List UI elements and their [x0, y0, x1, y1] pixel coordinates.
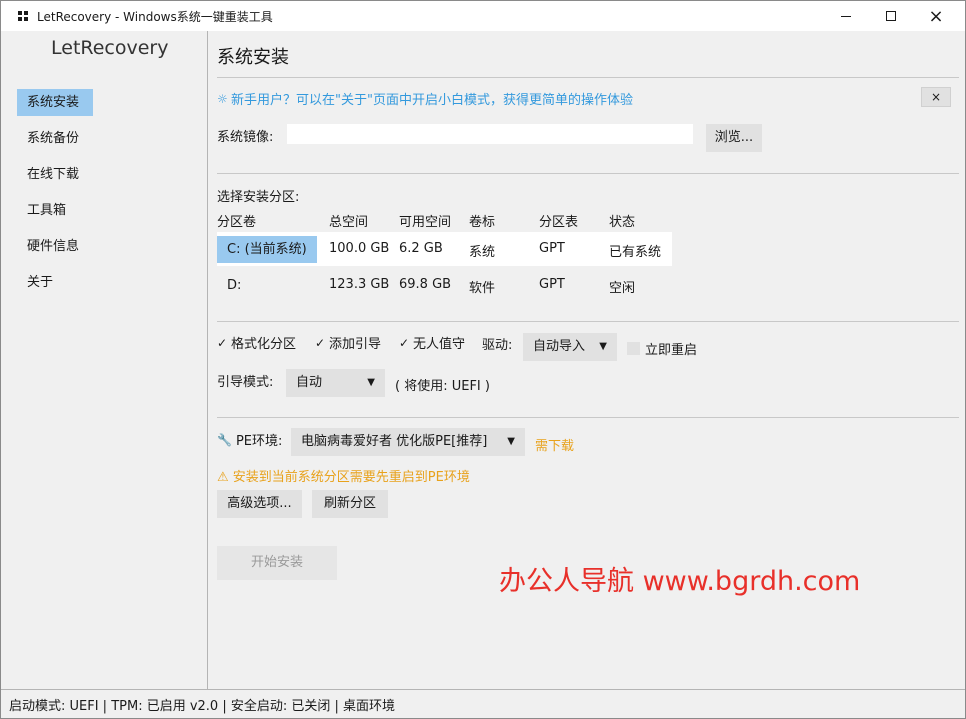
image-path-input[interactable]: [286, 123, 694, 145]
driver-dropdown[interactable]: 自动导入 ▼: [523, 333, 617, 361]
checkbox-label: 无人值守: [413, 337, 466, 352]
app-window: LetRecovery - Windows系统一键重装工具 × LetRecov…: [0, 0, 966, 719]
advanced-options-button[interactable]: 高级选项...: [217, 490, 302, 518]
sidebar-item-about[interactable]: 关于: [17, 269, 93, 296]
wrench-icon: 🔧: [217, 432, 232, 447]
partition-status: 已有系统: [609, 245, 662, 260]
close-window-button[interactable]: ×: [913, 1, 959, 31]
checkmark-icon: ✓: [217, 335, 228, 350]
column-header-table: 分区表: [539, 215, 579, 230]
partition-section-label: 选择安装分区:: [217, 190, 300, 205]
partition-label: 软件: [469, 281, 496, 296]
format-partition-checkbox[interactable]: ✓ 格式化分区: [217, 333, 297, 353]
checkmark-icon: ✓: [399, 335, 410, 350]
watermark-text: 办公人导航 www.bgrdh.com: [499, 566, 861, 597]
partition-label: 系统: [469, 245, 496, 260]
checkmark-icon: ✓: [315, 335, 326, 350]
add-boot-checkbox[interactable]: ✓ 添加引导: [315, 333, 382, 353]
partition-table-type: GPT: [539, 241, 565, 256]
lightbulb-icon: ☼: [217, 91, 228, 106]
column-header-volume: 分区卷: [217, 215, 257, 230]
checkbox-box: [627, 342, 640, 355]
sidebar-item-hardware[interactable]: 硬件信息: [17, 233, 93, 260]
partition-status: 空闲: [609, 281, 636, 296]
maximize-icon: [886, 11, 896, 21]
image-label: 系统镜像:: [217, 130, 274, 145]
start-install-button[interactable]: 开始安装: [217, 546, 337, 580]
chevron-down-icon: ▼: [599, 341, 607, 352]
divider: [217, 173, 959, 174]
boot-mode-hint: ( 将使用: UEFI ): [395, 379, 490, 394]
maximize-button[interactable]: [868, 1, 914, 31]
main-panel: 系统安装 ☼ 新手用户？可以在"关于"页面中开启小白模式，获得更简单的操作体验 …: [209, 31, 965, 689]
close-icon: ×: [928, 5, 944, 27]
boot-mode-label: 引导模式:: [217, 375, 274, 390]
sidebar-item-toolbox[interactable]: 工具箱: [17, 197, 93, 224]
status-bar: 启动模式: UEFI | TPM: 已启用 v2.0 | 安全启动: 已关闭 |…: [1, 689, 965, 718]
pe-warning: ⚠ 安装到当前系统分区需要先重启到PE环境: [217, 470, 470, 485]
column-header-total: 总空间: [329, 215, 369, 230]
boot-mode-value: 自动: [296, 375, 323, 390]
driver-label: 驱动:: [482, 338, 513, 353]
pe-env-label: 🔧 PE环境:: [217, 430, 283, 450]
title-bar[interactable]: LetRecovery - Windows系统一键重装工具 ×: [1, 1, 965, 31]
sidebar-item-download[interactable]: 在线下载: [17, 161, 93, 188]
chevron-down-icon: ▼: [367, 377, 375, 388]
partition-volume: C: (当前系统): [217, 236, 317, 263]
tip-text: 新手用户？可以在"关于"页面中开启小白模式，获得更简单的操作体验: [231, 93, 633, 108]
boot-mode-dropdown[interactable]: 自动 ▼: [286, 369, 385, 397]
checkbox-label: 格式化分区: [231, 337, 297, 352]
pe-label-text: PE环境:: [235, 434, 283, 449]
sidebar-item-backup[interactable]: 系统备份: [17, 125, 93, 152]
checkbox-label: 立即重启: [645, 343, 698, 358]
refresh-partitions-button[interactable]: 刷新分区: [312, 490, 388, 518]
pe-dropdown[interactable]: 电脑病毒爱好者 优化版PE[推荐] ▼: [291, 428, 525, 456]
window-title: LetRecovery - Windows系统一键重装工具: [37, 10, 273, 24]
column-header-label: 卷标: [469, 215, 496, 230]
pe-download-link[interactable]: 需下载: [535, 435, 574, 454]
partition-row[interactable]: C: (当前系统) 100.0 GB 6.2 GB 系统 GPT 已有系统: [217, 232, 672, 266]
chevron-down-icon: ▼: [507, 436, 515, 447]
status-text: 启动模式: UEFI | TPM: 已启用 v2.0 | 安全启动: 已关闭 |…: [9, 699, 396, 714]
divider: [217, 77, 959, 78]
driver-value: 自动导入: [533, 339, 586, 354]
column-header-status: 状态: [609, 215, 636, 230]
partition-total: 123.3 GB: [329, 277, 390, 292]
partition-free: 6.2 GB: [399, 241, 443, 256]
partition-table-type: GPT: [539, 277, 565, 292]
unattended-checkbox[interactable]: ✓ 无人值守: [399, 333, 466, 353]
pe-value: 电脑病毒爱好者 优化版PE[推荐]: [301, 434, 488, 449]
tip-close-button[interactable]: ×: [921, 87, 951, 107]
partition-volume: D:: [227, 278, 242, 293]
reboot-checkbox[interactable]: 立即重启: [627, 339, 697, 358]
browse-button[interactable]: 浏览...: [706, 124, 762, 152]
page-title: 系统安装: [217, 47, 289, 68]
app-logo-text: LetRecovery: [51, 37, 169, 59]
minimize-icon: [841, 15, 851, 17]
partition-free: 69.8 GB: [399, 277, 452, 292]
partition-row[interactable]: D: 123.3 GB 69.8 GB 软件 GPT 空闲: [217, 268, 672, 302]
sidebar-item-install[interactable]: 系统安装: [17, 89, 93, 116]
app-logo-icon: [18, 11, 28, 21]
partition-total: 100.0 GB: [329, 241, 390, 256]
tip-banner: ☼ 新手用户？可以在"关于"页面中开启小白模式，获得更简单的操作体验: [217, 89, 633, 109]
column-header-free: 可用空间: [399, 215, 452, 230]
divider: [217, 321, 959, 322]
checkbox-label: 添加引导: [329, 337, 382, 352]
sidebar: LetRecovery 系统安装 系统备份 在线下载 工具箱 硬件信息 关于: [1, 31, 208, 689]
minimize-button[interactable]: [823, 1, 869, 31]
divider: [217, 417, 959, 418]
